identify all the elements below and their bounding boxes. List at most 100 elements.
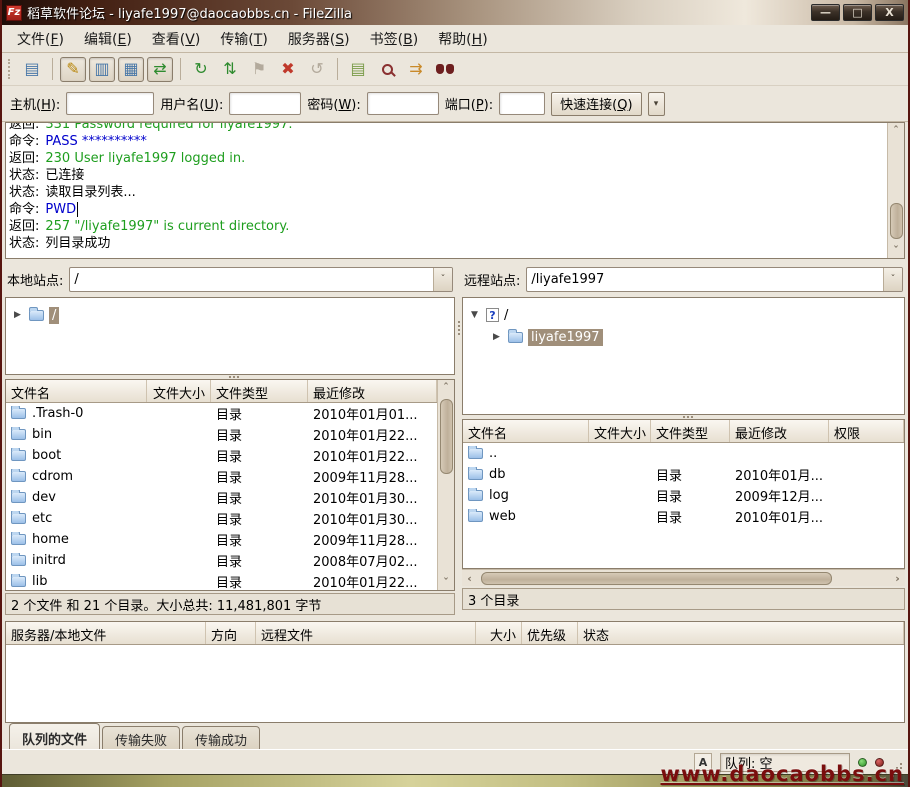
- scroll-down-icon[interactable]: ˇ: [889, 243, 904, 258]
- file-row[interactable]: web目录2010年01月...: [463, 506, 904, 527]
- file-row[interactable]: log目录2009年12月...: [463, 485, 904, 506]
- toggle-remote-tree-button[interactable]: ▦: [118, 57, 144, 82]
- column-header-permissions[interactable]: 权限: [829, 420, 904, 442]
- menu-file[interactable]: 文件(F): [8, 26, 73, 52]
- disconnect-button[interactable]: ✖: [275, 57, 301, 82]
- label-text: 密码(: [307, 98, 338, 113]
- close-button[interactable]: X: [875, 4, 904, 21]
- scrollbar-track[interactable]: [477, 571, 890, 586]
- menubar: 文件(F) 编辑(E) 查看(V) 传输(T) 服务器(S) 书签(B) 帮助(…: [2, 25, 908, 53]
- tree-item-root[interactable]: ▼ ? /: [463, 304, 904, 326]
- menu-key: F: [50, 32, 58, 48]
- column-header-server-local-file[interactable]: 服务器/本地文件: [6, 622, 206, 644]
- refresh-button[interactable]: ↻: [188, 57, 214, 82]
- quickconnect-button[interactable]: 快速连接(Q): [551, 92, 641, 116]
- remote-list-scrollbar-horizontal[interactable]: ‹ ›: [462, 569, 905, 586]
- filter-icon: ▤: [350, 61, 365, 77]
- toggle-queue-button[interactable]: ⇄: [147, 57, 173, 82]
- file-row[interactable]: etc目录2010年01月30...: [6, 508, 437, 529]
- tab-successful-transfers[interactable]: 传输成功: [182, 726, 260, 749]
- file-row[interactable]: initrd目录2008年07月02...: [6, 550, 437, 571]
- scroll-down-icon[interactable]: ˇ: [439, 575, 454, 590]
- file-row[interactable]: lib目录2010年01月22...: [6, 571, 437, 590]
- host-input[interactable]: [66, 92, 154, 115]
- process-queue-button[interactable]: ⇅: [217, 57, 243, 82]
- pane-splitter[interactable]: [455, 261, 462, 619]
- remote-directory-tree: ▼ ? / ▶ liyafe1997: [462, 297, 905, 415]
- scrollbar-track[interactable]: [439, 395, 454, 575]
- process-queue-icon: ⇅: [223, 61, 236, 77]
- menu-server[interactable]: 服务器(S): [279, 26, 359, 52]
- tab-failed-transfers[interactable]: 传输失败: [102, 726, 180, 749]
- column-header-priority[interactable]: 优先级: [522, 622, 578, 644]
- column-header-modified[interactable]: 最近修改: [308, 380, 437, 402]
- toolbar: ▤ ✎ ▥ ▦ ⇄ ↻ ⇅ ⚑ ✖ ↺ ▤ ⇉: [2, 53, 908, 86]
- menu-label: 帮助(: [438, 32, 471, 48]
- column-header-filename[interactable]: 文件名: [463, 420, 589, 442]
- menu-help[interactable]: 帮助(H): [429, 26, 496, 52]
- toggle-local-tree-button[interactable]: ▥: [89, 57, 115, 82]
- log-scrollbar-vertical[interactable]: ˆ ˇ: [887, 123, 904, 258]
- minimize-button[interactable]: —: [811, 4, 840, 21]
- chevron-down-icon[interactable]: ˇ: [883, 268, 902, 291]
- scroll-right-icon[interactable]: ›: [890, 571, 905, 586]
- tree-item-root[interactable]: ▶ /: [6, 304, 454, 326]
- port-input[interactable]: [499, 92, 545, 115]
- menu-bookmarks[interactable]: 书签(B): [361, 26, 428, 52]
- scrollbar-thumb[interactable]: [440, 399, 453, 475]
- file-name: home: [32, 532, 69, 547]
- file-row[interactable]: ..: [463, 443, 904, 464]
- file-row[interactable]: bin目录2010年01月22...: [6, 424, 437, 445]
- column-header-remote-file[interactable]: 远程文件: [256, 622, 476, 644]
- tab-queued-files[interactable]: 队列的文件: [9, 723, 100, 749]
- scroll-up-icon[interactable]: ˆ: [889, 123, 904, 138]
- log-line-text: PASS **********: [45, 134, 147, 149]
- file-row[interactable]: db目录2010年01月...: [463, 464, 904, 485]
- local-site-combobox[interactable]: / ˇ: [69, 267, 453, 292]
- remote-tree-icon: ▦: [123, 61, 138, 77]
- scroll-up-icon[interactable]: ˆ: [439, 380, 454, 395]
- column-header-modified[interactable]: 最近修改: [730, 420, 829, 442]
- menu-view[interactable]: 查看(V): [143, 26, 210, 52]
- quickconnect-dropdown-button[interactable]: ▾: [648, 92, 665, 116]
- file-row[interactable]: cdrom目录2009年11月28...: [6, 466, 437, 487]
- remote-site-combobox[interactable]: /liyafe1997 ˇ: [526, 267, 903, 292]
- chevron-down-icon[interactable]: ˇ: [433, 268, 452, 291]
- column-header-filesize[interactable]: 文件大小: [589, 420, 651, 442]
- file-name: cdrom: [32, 469, 73, 484]
- toggle-log-view-button[interactable]: ✎: [60, 57, 86, 82]
- scrollbar-track[interactable]: [889, 138, 904, 243]
- column-header-filesize[interactable]: 文件大小: [147, 380, 211, 402]
- synchronized-browsing-button[interactable]: ⇉: [403, 57, 429, 82]
- column-header-size[interactable]: 大小: [476, 622, 522, 644]
- filter-button[interactable]: ▤: [345, 57, 371, 82]
- expander-icon[interactable]: ▶: [493, 332, 503, 342]
- column-header-filetype[interactable]: 文件类型: [651, 420, 730, 442]
- site-manager-button[interactable]: ▤: [19, 57, 45, 82]
- file-row[interactable]: home目录2009年11月28...: [6, 529, 437, 550]
- local-directory-tree: ▶ /: [5, 297, 455, 375]
- maximize-button[interactable]: □: [843, 4, 872, 21]
- menu-edit[interactable]: 编辑(E): [75, 26, 141, 52]
- tree-item-child[interactable]: ▶ liyafe1997: [463, 326, 904, 348]
- column-header-filetype[interactable]: 文件类型: [211, 380, 308, 402]
- file-row[interactable]: .Trash-0目录2010年01月01...: [6, 403, 437, 424]
- scroll-left-icon[interactable]: ‹: [462, 571, 477, 586]
- column-header-direction[interactable]: 方向: [206, 622, 256, 644]
- scrollbar-thumb[interactable]: [481, 572, 832, 585]
- column-header-status[interactable]: 状态: [578, 622, 904, 644]
- scrollbar-thumb[interactable]: [890, 203, 903, 239]
- remote-pane: 远程站点: /liyafe1997 ˇ ▼ ? / ▶ liyafe1997: [462, 261, 905, 619]
- file-row[interactable]: dev目录2010年01月30...: [6, 487, 437, 508]
- file-row[interactable]: boot目录2010年01月22...: [6, 445, 437, 466]
- expander-icon[interactable]: ▶: [14, 310, 24, 320]
- column-header-filename[interactable]: 文件名: [6, 380, 147, 402]
- directory-comparison-button[interactable]: [374, 57, 400, 82]
- password-input[interactable]: [367, 92, 439, 115]
- menu-transfer[interactable]: 传输(T): [211, 26, 277, 52]
- expander-icon[interactable]: ▼: [471, 310, 481, 320]
- local-list-scrollbar[interactable]: ˆ ˇ: [437, 380, 454, 590]
- username-input[interactable]: [229, 92, 301, 115]
- find-files-button[interactable]: [432, 57, 458, 82]
- log-line-text: 读取目录列表...: [45, 185, 135, 200]
